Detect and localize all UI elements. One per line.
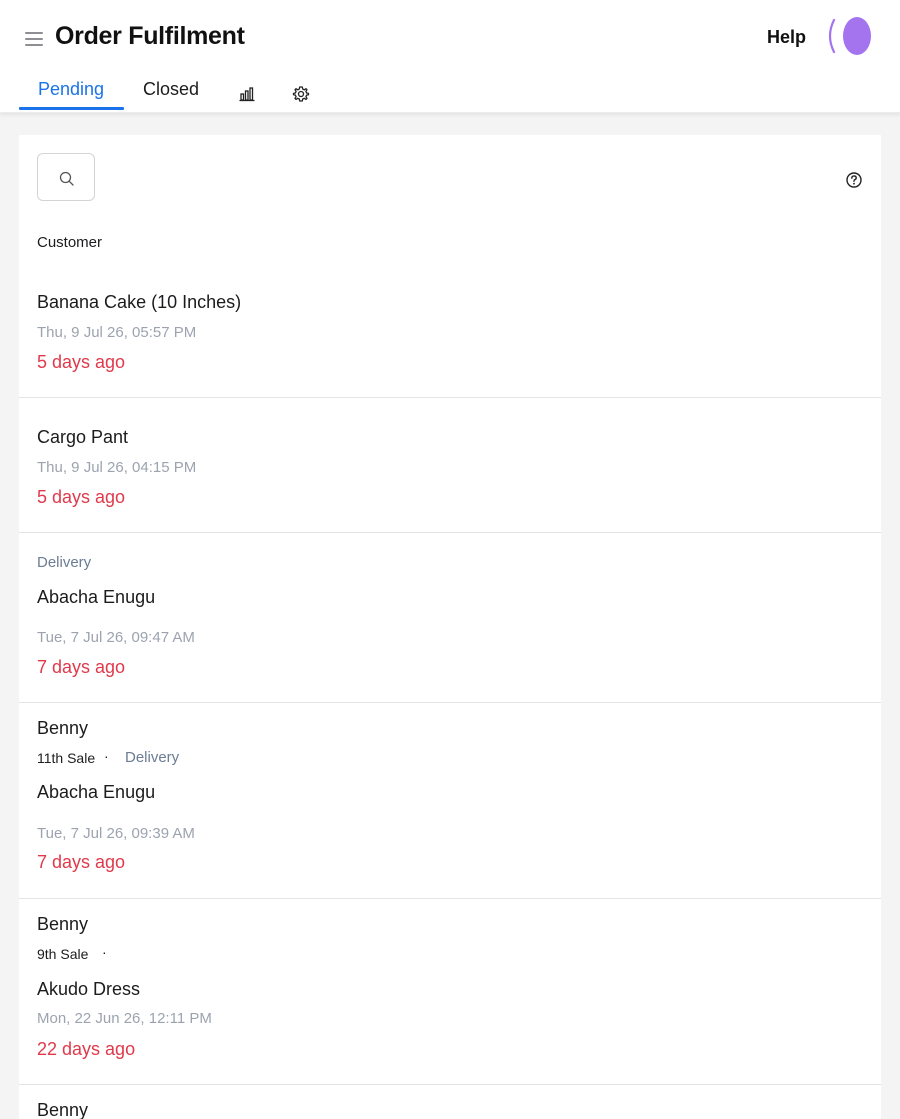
customer-name: Benny (37, 718, 89, 738)
order-row[interactable]: Banana Cake (10 Inches) Thu, 9 Jul 26, 0… (19, 263, 881, 398)
app-header: Order Fulfilment Help Pending Closed (0, 0, 900, 113)
order-date: Thu, 9 Jul 26, 05:57 PM (37, 324, 197, 341)
search-button[interactable] (37, 153, 95, 201)
order-row[interactable]: Benny (19, 1085, 881, 1119)
tab-pending[interactable]: Pending (38, 79, 104, 100)
customer-column-header: Customer (37, 234, 103, 251)
question-circle-icon[interactable] (845, 171, 863, 189)
search-icon (59, 171, 74, 186)
order-date: Thu, 9 Jul 26, 04:15 PM (37, 459, 197, 476)
delivery-tag: Delivery (125, 749, 180, 766)
order-date: Tue, 7 Jul 26, 09:39 AM (37, 825, 195, 842)
customer-name: Benny (37, 1100, 89, 1119)
separator-dot: · (102, 944, 107, 960)
order-age: 7 days ago (37, 852, 126, 872)
help-link[interactable]: Help (767, 27, 806, 48)
sale-count: 11th Sale (37, 750, 96, 766)
separator-dot: · (104, 748, 109, 764)
bar-chart-icon[interactable] (238, 85, 256, 103)
order-age: 7 days ago (37, 657, 126, 677)
product-name: Akudo Dress (37, 979, 141, 999)
order-age: 22 days ago (37, 1039, 136, 1059)
tab-closed[interactable]: Closed (143, 79, 199, 100)
customer-name: Benny (37, 914, 89, 934)
orders-panel: Customer Banana Cake (10 Inches) Thu, 9 … (19, 135, 881, 1119)
order-date: Mon, 22 Jun 26, 12:11 PM (37, 1010, 212, 1027)
order-row[interactable]: Benny 9th Sale · Akudo Dress Mon, 22 Jun… (19, 899, 881, 1085)
product-name: Cargo Pant (37, 427, 129, 447)
order-row[interactable]: Cargo Pant Thu, 9 Jul 26, 04:15 PM 5 day… (19, 398, 881, 533)
product-name: Abacha Enugu (37, 782, 156, 802)
order-age: 5 days ago (37, 487, 126, 507)
avatar[interactable] (828, 16, 872, 56)
order-age: 5 days ago (37, 352, 126, 372)
page-title: Order Fulfilment (55, 22, 245, 50)
product-name: Banana Cake (10 Inches) (37, 292, 242, 312)
gear-icon[interactable] (292, 85, 310, 103)
order-date: Tue, 7 Jul 26, 09:47 AM (37, 629, 195, 646)
delivery-tag: Delivery (37, 554, 92, 571)
product-name: Abacha Enugu (37, 587, 156, 607)
hamburger-menu-icon[interactable] (25, 32, 43, 46)
active-tab-indicator (19, 107, 124, 110)
order-row[interactable]: Delivery Abacha Enugu Tue, 7 Jul 26, 09:… (19, 533, 881, 703)
sale-count: 9th Sale (37, 946, 89, 962)
order-row[interactable]: Benny 11th Sale · Delivery Abacha Enugu … (19, 703, 881, 899)
